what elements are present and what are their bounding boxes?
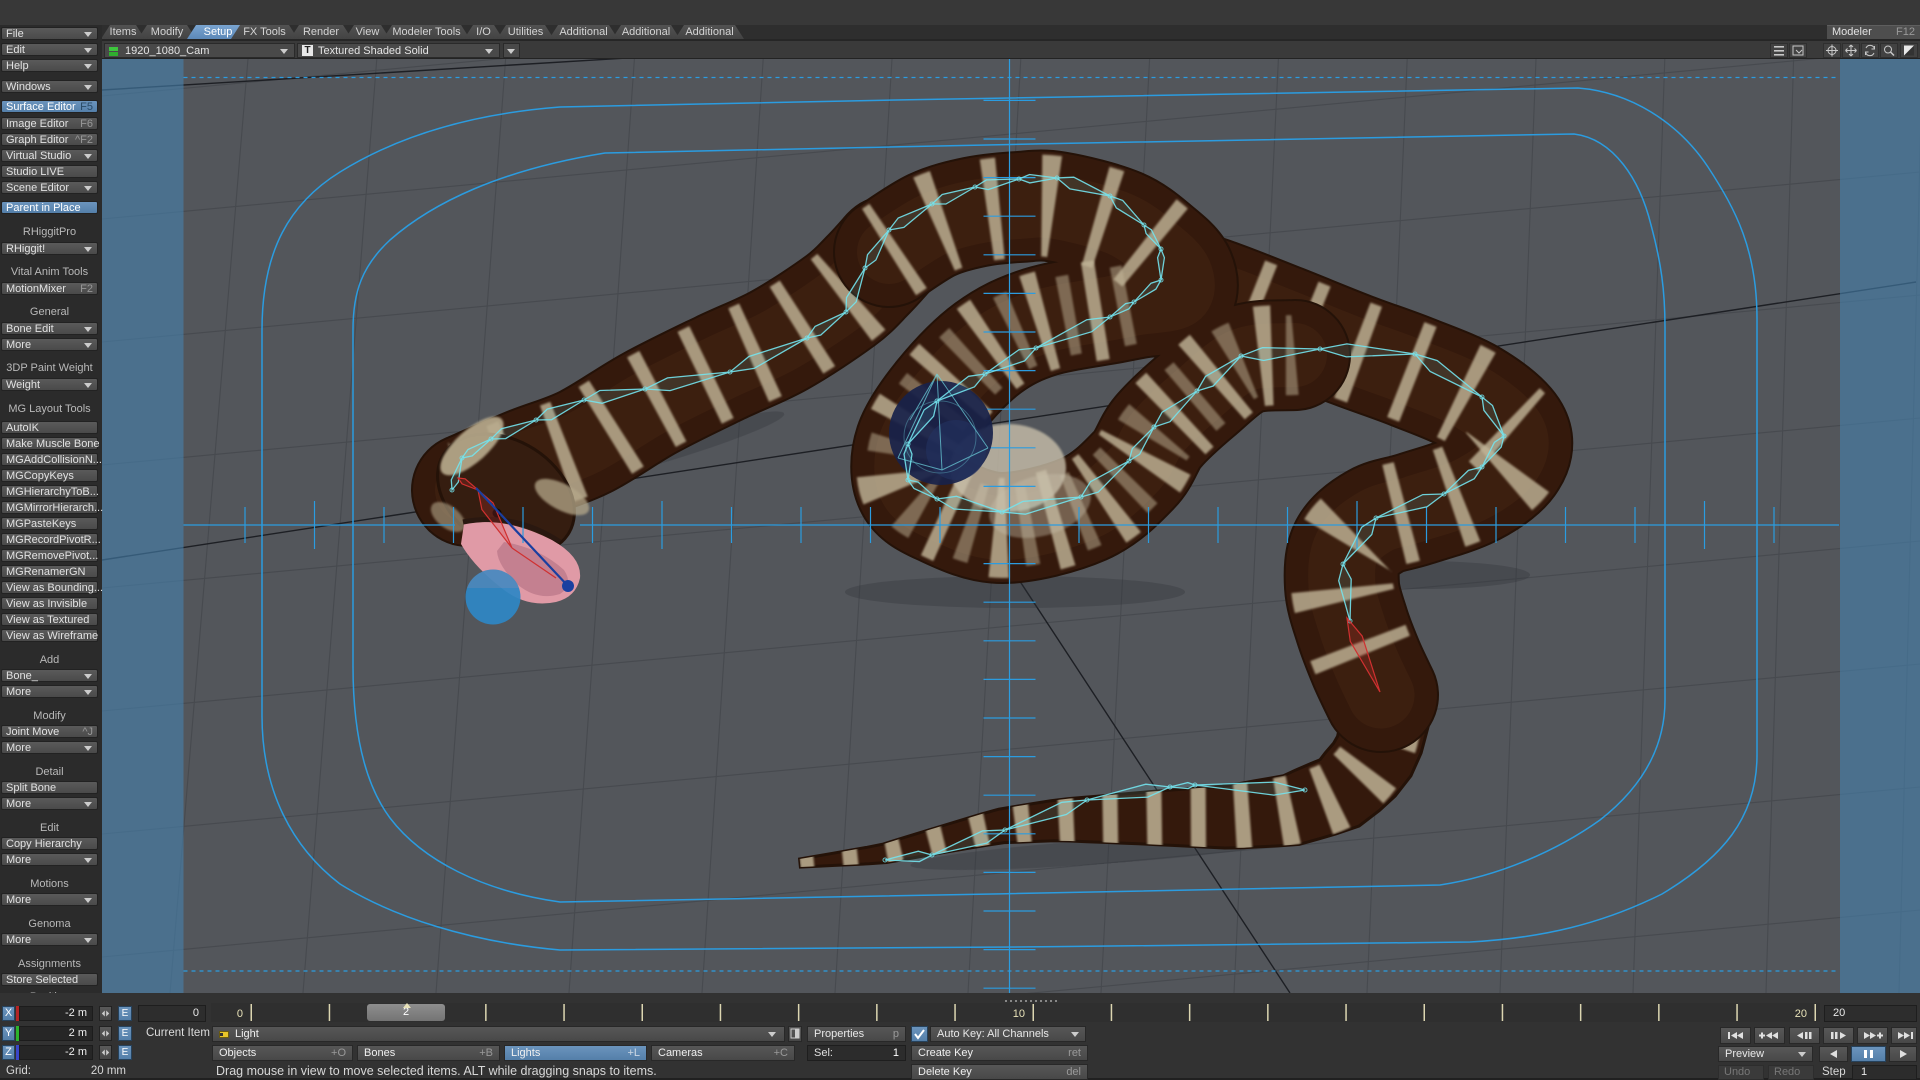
svg-text:10: 10 (1013, 1008, 1025, 1020)
svg-text:0: 0 (237, 1008, 243, 1020)
svg-text:20: 20 (1795, 1008, 1807, 1020)
